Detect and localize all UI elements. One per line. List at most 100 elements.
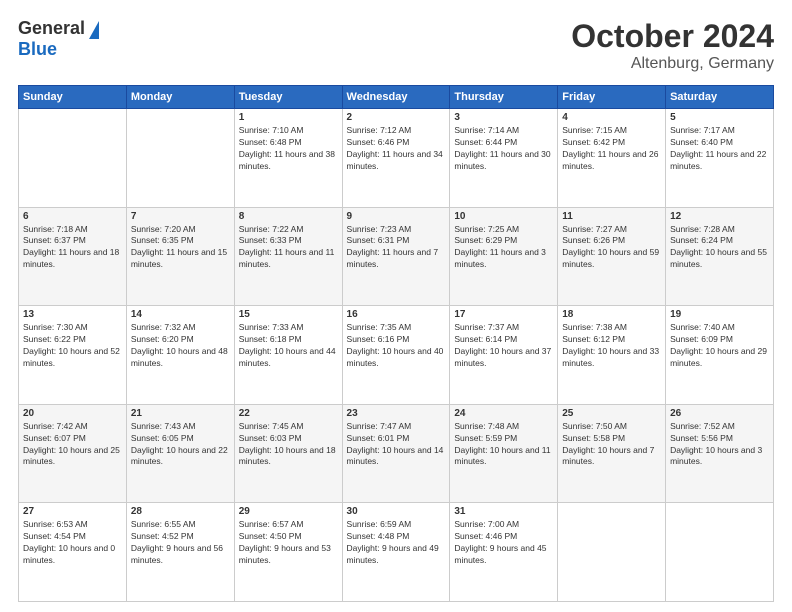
calendar-week-row: 13 Sunrise: 7:30 AM Sunset: 6:22 PM Dayl… — [19, 306, 774, 405]
sunrise-text: Sunrise: 7:52 AM — [670, 421, 735, 431]
sunset-text: Sunset: 6:44 PM — [454, 137, 517, 147]
sunrise-text: Sunrise: 7:23 AM — [347, 224, 412, 234]
sunset-text: Sunset: 6:46 PM — [347, 137, 410, 147]
day-number: 12 — [670, 211, 769, 222]
sunset-text: Sunset: 6:03 PM — [239, 433, 302, 443]
day-number: 7 — [131, 211, 230, 222]
daylight-text: Daylight: 10 hours and 33 minutes. — [562, 346, 659, 368]
daylight-text: Daylight: 10 hours and 22 minutes. — [131, 445, 228, 467]
sunrise-text: Sunrise: 7:33 AM — [239, 322, 304, 332]
sunrise-text: Sunrise: 7:15 AM — [562, 125, 627, 135]
day-number: 11 — [562, 211, 661, 222]
sunrise-text: Sunrise: 6:59 AM — [347, 519, 412, 529]
day-info: Sunrise: 7:43 AM Sunset: 6:05 PM Dayligh… — [131, 421, 230, 469]
day-info: Sunrise: 7:33 AM Sunset: 6:18 PM Dayligh… — [239, 322, 338, 370]
daylight-text: Daylight: 10 hours and 59 minutes. — [562, 247, 659, 269]
day-number: 2 — [347, 112, 446, 123]
sunset-text: Sunset: 6:29 PM — [454, 235, 517, 245]
sunset-text: Sunset: 6:05 PM — [131, 433, 194, 443]
sunrise-text: Sunrise: 7:43 AM — [131, 421, 196, 431]
daylight-text: Daylight: 10 hours and 48 minutes. — [131, 346, 228, 368]
daylight-text: Daylight: 11 hours and 34 minutes. — [347, 149, 443, 171]
col-header-saturday: Saturday — [666, 86, 774, 109]
day-info: Sunrise: 7:45 AM Sunset: 6:03 PM Dayligh… — [239, 421, 338, 469]
sunset-text: Sunset: 6:31 PM — [347, 235, 410, 245]
calendar-cell: 4 Sunrise: 7:15 AM Sunset: 6:42 PM Dayli… — [558, 109, 666, 208]
day-number: 14 — [131, 309, 230, 320]
daylight-text: Daylight: 10 hours and 29 minutes. — [670, 346, 767, 368]
day-number: 3 — [454, 112, 553, 123]
sunrise-text: Sunrise: 7:37 AM — [454, 322, 519, 332]
calendar-cell: 8 Sunrise: 7:22 AM Sunset: 6:33 PM Dayli… — [234, 207, 342, 306]
calendar-cell: 1 Sunrise: 7:10 AM Sunset: 6:48 PM Dayli… — [234, 109, 342, 208]
day-info: Sunrise: 7:35 AM Sunset: 6:16 PM Dayligh… — [347, 322, 446, 370]
sunrise-text: Sunrise: 7:25 AM — [454, 224, 519, 234]
calendar-table: SundayMondayTuesdayWednesdayThursdayFrid… — [18, 85, 774, 602]
day-info: Sunrise: 6:57 AM Sunset: 4:50 PM Dayligh… — [239, 519, 338, 567]
day-number: 15 — [239, 309, 338, 320]
day-info: Sunrise: 7:18 AM Sunset: 6:37 PM Dayligh… — [23, 224, 122, 272]
sunset-text: Sunset: 6:22 PM — [23, 334, 86, 344]
day-number: 16 — [347, 309, 446, 320]
day-info: Sunrise: 7:27 AM Sunset: 6:26 PM Dayligh… — [562, 224, 661, 272]
calendar-cell: 26 Sunrise: 7:52 AM Sunset: 5:56 PM Dayl… — [666, 404, 774, 503]
sunrise-text: Sunrise: 7:10 AM — [239, 125, 304, 135]
day-info: Sunrise: 6:55 AM Sunset: 4:52 PM Dayligh… — [131, 519, 230, 567]
sunrise-text: Sunrise: 7:12 AM — [347, 125, 412, 135]
sunset-text: Sunset: 6:20 PM — [131, 334, 194, 344]
day-info: Sunrise: 7:23 AM Sunset: 6:31 PM Dayligh… — [347, 224, 446, 272]
sunset-text: Sunset: 6:33 PM — [239, 235, 302, 245]
day-info: Sunrise: 7:14 AM Sunset: 6:44 PM Dayligh… — [454, 125, 553, 173]
logo-triangle-icon — [89, 21, 99, 39]
logo-blue-text: Blue — [18, 39, 57, 60]
calendar-cell: 10 Sunrise: 7:25 AM Sunset: 6:29 PM Dayl… — [450, 207, 558, 306]
col-header-thursday: Thursday — [450, 86, 558, 109]
calendar-cell: 14 Sunrise: 7:32 AM Sunset: 6:20 PM Dayl… — [126, 306, 234, 405]
day-info: Sunrise: 7:52 AM Sunset: 5:56 PM Dayligh… — [670, 421, 769, 469]
day-info: Sunrise: 7:25 AM Sunset: 6:29 PM Dayligh… — [454, 224, 553, 272]
sunset-text: Sunset: 4:50 PM — [239, 531, 302, 541]
sunset-text: Sunset: 6:14 PM — [454, 334, 517, 344]
day-number: 23 — [347, 408, 446, 419]
daylight-text: Daylight: 10 hours and 44 minutes. — [239, 346, 336, 368]
day-number: 28 — [131, 506, 230, 517]
calendar-cell — [666, 503, 774, 602]
sunrise-text: Sunrise: 7:20 AM — [131, 224, 196, 234]
calendar-cell: 20 Sunrise: 7:42 AM Sunset: 6:07 PM Dayl… — [19, 404, 127, 503]
day-info: Sunrise: 6:53 AM Sunset: 4:54 PM Dayligh… — [23, 519, 122, 567]
calendar-cell: 15 Sunrise: 7:33 AM Sunset: 6:18 PM Dayl… — [234, 306, 342, 405]
sunrise-text: Sunrise: 7:32 AM — [131, 322, 196, 332]
calendar-cell: 29 Sunrise: 6:57 AM Sunset: 4:50 PM Dayl… — [234, 503, 342, 602]
sunrise-text: Sunrise: 7:22 AM — [239, 224, 304, 234]
sunrise-text: Sunrise: 7:18 AM — [23, 224, 88, 234]
sunset-text: Sunset: 6:18 PM — [239, 334, 302, 344]
daylight-text: Daylight: 9 hours and 45 minutes. — [454, 543, 546, 565]
sunrise-text: Sunrise: 7:28 AM — [670, 224, 735, 234]
day-number: 22 — [239, 408, 338, 419]
calendar-cell — [558, 503, 666, 602]
daylight-text: Daylight: 9 hours and 56 minutes. — [131, 543, 223, 565]
daylight-text: Daylight: 10 hours and 14 minutes. — [347, 445, 444, 467]
daylight-text: Daylight: 10 hours and 3 minutes. — [670, 445, 762, 467]
calendar-week-row: 1 Sunrise: 7:10 AM Sunset: 6:48 PM Dayli… — [19, 109, 774, 208]
daylight-text: Daylight: 10 hours and 7 minutes. — [562, 445, 654, 467]
sunset-text: Sunset: 4:48 PM — [347, 531, 410, 541]
calendar-header-row: SundayMondayTuesdayWednesdayThursdayFrid… — [19, 86, 774, 109]
calendar-cell: 11 Sunrise: 7:27 AM Sunset: 6:26 PM Dayl… — [558, 207, 666, 306]
sunset-text: Sunset: 6:16 PM — [347, 334, 410, 344]
day-info: Sunrise: 7:30 AM Sunset: 6:22 PM Dayligh… — [23, 322, 122, 370]
day-info: Sunrise: 7:38 AM Sunset: 6:12 PM Dayligh… — [562, 322, 661, 370]
daylight-text: Daylight: 10 hours and 52 minutes. — [23, 346, 120, 368]
sunset-text: Sunset: 6:42 PM — [562, 137, 625, 147]
day-number: 27 — [23, 506, 122, 517]
header: General Blue October 2024 Altenburg, Ger… — [18, 18, 774, 73]
calendar-cell: 3 Sunrise: 7:14 AM Sunset: 6:44 PM Dayli… — [450, 109, 558, 208]
calendar-cell: 13 Sunrise: 7:30 AM Sunset: 6:22 PM Dayl… — [19, 306, 127, 405]
day-info: Sunrise: 7:20 AM Sunset: 6:35 PM Dayligh… — [131, 224, 230, 272]
sunrise-text: Sunrise: 6:57 AM — [239, 519, 304, 529]
day-number: 17 — [454, 309, 553, 320]
calendar-cell: 19 Sunrise: 7:40 AM Sunset: 6:09 PM Dayl… — [666, 306, 774, 405]
sunrise-text: Sunrise: 7:14 AM — [454, 125, 519, 135]
sunrise-text: Sunrise: 7:50 AM — [562, 421, 627, 431]
title-section: October 2024 Altenburg, Germany — [571, 18, 774, 73]
